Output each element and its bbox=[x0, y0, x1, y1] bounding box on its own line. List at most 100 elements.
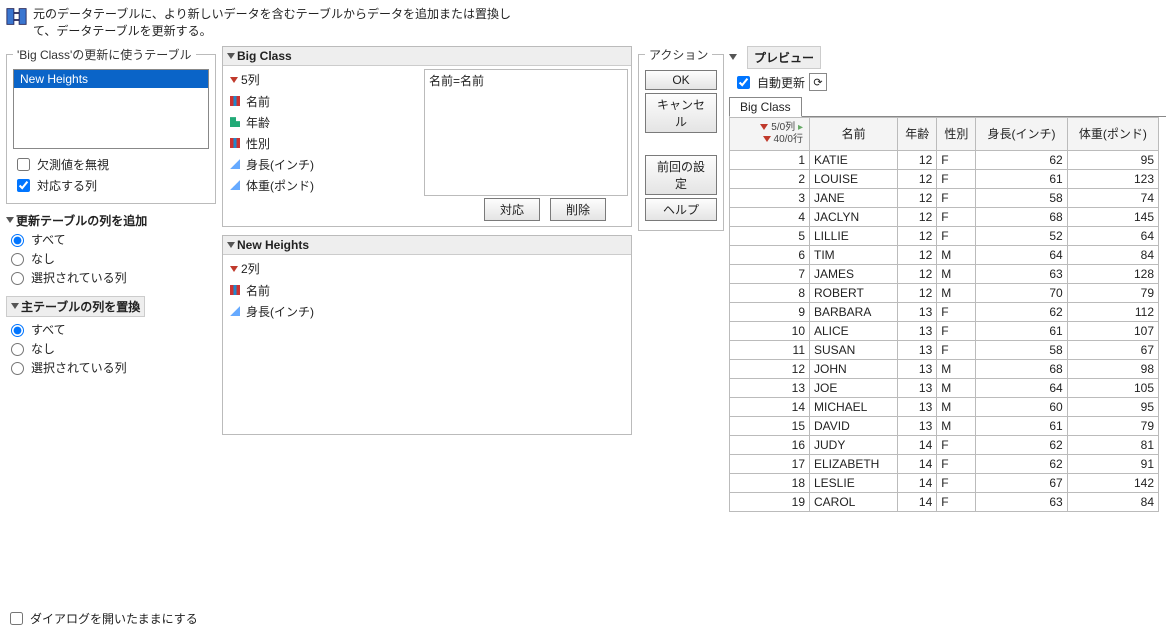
rep-radio-selected[interactable]: 選択されている列 bbox=[6, 359, 216, 376]
cell-height: 60 bbox=[976, 397, 1067, 416]
cell-age: 13 bbox=[898, 359, 937, 378]
column-item[interactable]: 体重(ポンド) bbox=[226, 175, 420, 196]
cell-height: 63 bbox=[976, 264, 1067, 283]
column-header[interactable]: 身長(インチ) bbox=[976, 117, 1067, 150]
recall-button[interactable]: 前回の設定 bbox=[645, 155, 717, 195]
row-index: 3 bbox=[730, 188, 810, 207]
row-index: 16 bbox=[730, 435, 810, 454]
cancel-button[interactable]: キャンセル bbox=[645, 93, 717, 133]
table-row[interactable]: 4JACLYN12F68145 bbox=[730, 207, 1159, 226]
ok-button[interactable]: OK bbox=[645, 70, 717, 90]
column-header[interactable]: 性別 bbox=[937, 117, 976, 150]
table-row[interactable]: 19CAROL14F6384 bbox=[730, 492, 1159, 511]
table-row[interactable]: 9BARBARA13F62112 bbox=[730, 302, 1159, 321]
column-label: 名前 bbox=[246, 93, 270, 110]
row-index: 7 bbox=[730, 264, 810, 283]
column-item[interactable]: 性別 bbox=[226, 133, 420, 154]
column-header[interactable]: 年齢 bbox=[898, 117, 937, 150]
cell-age: 14 bbox=[898, 473, 937, 492]
table-row[interactable]: 8ROBERT12M7079 bbox=[730, 283, 1159, 302]
hotspot-icon[interactable] bbox=[230, 77, 238, 83]
table-row[interactable]: 18LESLIE14F67142 bbox=[730, 473, 1159, 492]
disclosure-icon[interactable] bbox=[227, 242, 235, 248]
match-cols-label: 対応する列 bbox=[37, 177, 97, 194]
table-row[interactable]: 2LOUISE12F61123 bbox=[730, 169, 1159, 188]
cell-name: JOHN bbox=[810, 359, 898, 378]
table-row[interactable]: 13JOE13M64105 bbox=[730, 378, 1159, 397]
table-row[interactable]: 7JAMES12M63128 bbox=[730, 264, 1159, 283]
match-pane[interactable]: 名前=名前 bbox=[424, 69, 628, 196]
table-row[interactable]: 5LILLIE12F5264 bbox=[730, 226, 1159, 245]
table-row[interactable]: 10ALICE13F61107 bbox=[730, 321, 1159, 340]
refresh-icon[interactable]: ⟳ bbox=[809, 73, 827, 91]
cell-weight: 81 bbox=[1067, 435, 1158, 454]
table-row[interactable]: 1KATIE12F6295 bbox=[730, 150, 1159, 169]
cell-age: 12 bbox=[898, 245, 937, 264]
add-radio-selected[interactable]: 選択されている列 bbox=[6, 269, 216, 286]
column-type-icon bbox=[230, 96, 240, 106]
rep-radio-none[interactable]: なし bbox=[6, 340, 216, 357]
row-index: 9 bbox=[730, 302, 810, 321]
update-table-item[interactable]: New Heights bbox=[14, 70, 208, 88]
rep-radio-all[interactable]: すべて bbox=[6, 321, 216, 338]
column-type-icon bbox=[230, 285, 240, 295]
row-index: 13 bbox=[730, 378, 810, 397]
cell-name: JUDY bbox=[810, 435, 898, 454]
disclosure-icon[interactable] bbox=[227, 53, 235, 59]
hotspot-icon[interactable] bbox=[230, 266, 238, 272]
cell-age: 13 bbox=[898, 397, 937, 416]
cell-sex: F bbox=[937, 435, 976, 454]
col-count: 2列 bbox=[241, 262, 260, 276]
table-row[interactable]: 15DAVID13M6179 bbox=[730, 416, 1159, 435]
cell-name: ALICE bbox=[810, 321, 898, 340]
row-index: 6 bbox=[730, 245, 810, 264]
cell-weight: 64 bbox=[1067, 226, 1158, 245]
update-icon bbox=[6, 6, 27, 27]
column-label: 身長(インチ) bbox=[246, 303, 314, 320]
column-header[interactable]: 名前 bbox=[810, 117, 898, 150]
tab-big-class[interactable]: Big Class bbox=[729, 97, 802, 117]
cell-age: 13 bbox=[898, 321, 937, 340]
cell-name: KATIE bbox=[810, 150, 898, 169]
match-button[interactable]: 対応 bbox=[484, 198, 540, 221]
preview-title: プレビュー bbox=[747, 46, 821, 69]
add-cols-section[interactable]: 更新テーブルの列を追加 bbox=[6, 212, 216, 229]
keep-open-checkbox[interactable]: ダイアログを開いたままにする bbox=[6, 609, 198, 628]
column-item[interactable]: 名前 bbox=[226, 91, 420, 112]
disclosure-icon[interactable] bbox=[729, 54, 737, 60]
cell-sex: M bbox=[937, 378, 976, 397]
auto-update-checkbox[interactable]: 自動更新 bbox=[733, 73, 805, 92]
table-row[interactable]: 11SUSAN13F5867 bbox=[730, 340, 1159, 359]
help-button[interactable]: ヘルプ bbox=[645, 198, 717, 221]
row-index: 12 bbox=[730, 359, 810, 378]
ignore-missing-checkbox[interactable]: 欠測値を無視 bbox=[13, 155, 209, 174]
update-tables-list[interactable]: New Heights bbox=[13, 69, 209, 149]
table-row[interactable]: 14MICHAEL13M6095 bbox=[730, 397, 1159, 416]
column-item[interactable]: 名前 bbox=[226, 280, 628, 301]
column-header[interactable]: 体重(ポンド) bbox=[1067, 117, 1158, 150]
table-row[interactable]: 3JANE12F5874 bbox=[730, 188, 1159, 207]
actions-legend: アクション bbox=[645, 46, 712, 63]
table-row[interactable]: 17ELIZABETH14F6291 bbox=[730, 454, 1159, 473]
table-row[interactable]: 6TIM12M6484 bbox=[730, 245, 1159, 264]
match-cols-checkbox[interactable]: 対応する列 bbox=[13, 176, 209, 195]
replace-cols-section[interactable]: 主テーブルの列を置換 bbox=[6, 296, 145, 317]
disclosure-icon bbox=[6, 217, 14, 223]
cell-weight: 128 bbox=[1067, 264, 1158, 283]
delete-button[interactable]: 削除 bbox=[550, 198, 606, 221]
preview-table: 5/0列 ▸ 40/0行 名前年齢性別身長(インチ)体重(ポンド) 1KATIE… bbox=[729, 117, 1159, 512]
column-item[interactable]: 身長(インチ) bbox=[226, 301, 628, 322]
add-radio-all[interactable]: すべて bbox=[6, 231, 216, 248]
cell-height: 61 bbox=[976, 416, 1067, 435]
hotspot-icon[interactable] bbox=[763, 136, 771, 142]
cell-name: JANE bbox=[810, 188, 898, 207]
radio-label: すべて bbox=[31, 231, 66, 248]
hotspot-icon[interactable] bbox=[760, 124, 768, 130]
cell-name: LESLIE bbox=[810, 473, 898, 492]
column-item[interactable]: 年齢 bbox=[226, 112, 420, 133]
add-radio-none[interactable]: なし bbox=[6, 250, 216, 267]
cell-name: ROBERT bbox=[810, 283, 898, 302]
table-row[interactable]: 16JUDY14F6281 bbox=[730, 435, 1159, 454]
table-row[interactable]: 12JOHN13M6898 bbox=[730, 359, 1159, 378]
column-item[interactable]: 身長(インチ) bbox=[226, 154, 420, 175]
